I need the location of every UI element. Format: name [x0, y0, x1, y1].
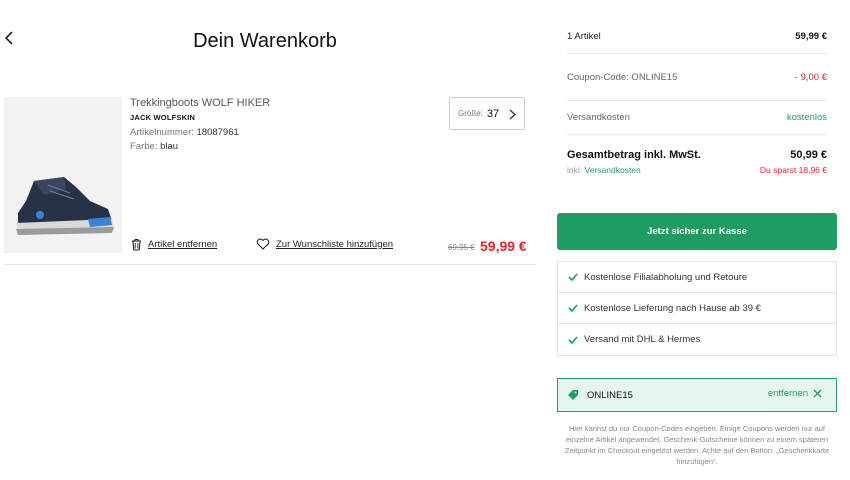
benefit-text: Kostenlose Filialabholung und Retoure — [584, 271, 748, 283]
remove-coupon-button[interactable]: entfernen — [768, 388, 822, 399]
article-number-label: Artikelnummer: — [130, 127, 194, 138]
product-name[interactable]: Trekkingboots WOLF HIKER — [130, 97, 270, 109]
benefit-item: Kostenlose Lieferung nach Hause ab 39 € — [558, 293, 836, 324]
check-icon — [568, 273, 578, 281]
trash-icon — [132, 239, 141, 251]
add-to-wishlist-label: Zur Wunschliste hinzufügen — [276, 238, 394, 250]
cart-item: Trekkingboots WOLF HIKER JACK WOLFSKIN A… — [4, 97, 536, 265]
heart-icon — [256, 238, 270, 250]
product-image[interactable] — [4, 97, 122, 253]
summary-coupon-value: - 9,00 € — [794, 71, 827, 83]
item-price: 59,99 € — [480, 238, 527, 254]
add-to-wishlist-button[interactable]: Zur Wunschliste hinzufügen — [256, 238, 393, 250]
incl-prefix: inkl. — [567, 165, 583, 175]
size-label: Größe: — [458, 109, 483, 118]
order-summary: 1 Artikel 59,99 € Coupon-Code: ONLINE15 … — [567, 20, 827, 175]
summary-total-row: Gesamtbetrag inkl. MwSt. 50,99 € — [567, 149, 827, 161]
summary-total-sub: inkl. Versandkosten Du sparst 18,96 € — [567, 165, 827, 175]
summary-items-value: 59,99 € — [795, 31, 827, 42]
product-brand: JACK WOLFSKIN — [130, 113, 196, 122]
product-meta: Artikelnummer: 18087961 Farbe: blau — [130, 126, 270, 154]
color-value: blau — [160, 141, 179, 152]
remove-item-label: Artikel entfernen — [148, 239, 218, 250]
close-icon — [813, 389, 822, 398]
summary-total-value: 50,99 € — [790, 149, 827, 161]
applied-coupon: ONLINE15 entfernen — [557, 378, 837, 412]
article-number-value: 18087961 — [196, 127, 239, 138]
benefit-text: Kostenlose Lieferung nach Hause ab 39 € — [584, 302, 761, 314]
incl-shipping-text: inkl. Versandkosten — [567, 165, 641, 175]
old-price: 69,95 € — [448, 243, 475, 252]
coupon-hint: Hier kannst du nur Coupon-Codes eingeben… — [564, 424, 830, 466]
color-row: Farbe: blau — [130, 140, 270, 154]
benefit-text: Versand mit DHL & Hermes — [584, 334, 701, 345]
summary-items-label: 1 Artikel — [567, 31, 601, 42]
summary-total-label: Gesamtbetrag inkl. MwSt. — [567, 149, 701, 161]
summary-shipping-row: Versandkosten kostenlos — [567, 101, 827, 135]
summary-shipping-label: Versandkosten — [567, 112, 630, 123]
summary-shipping-value: kostenlos — [786, 112, 827, 123]
check-icon — [568, 304, 578, 312]
benefits-list: Kostenlose Filialabholung und Retoure Ko… — [557, 261, 837, 356]
summary-coupon-row: Coupon-Code: ONLINE15 - 9,00 € — [567, 54, 827, 101]
summary-coupon-label: Coupon-Code: ONLINE15 — [567, 71, 678, 83]
chevron-right-icon — [509, 109, 516, 120]
benefit-item: Versand mit DHL & Hermes — [558, 324, 836, 355]
benefit-item: Kostenlose Filialabholung und Retoure — [558, 262, 836, 293]
size-value: 37 — [486, 107, 500, 120]
summary-items-row: 1 Artikel 59,99 € — [567, 20, 827, 54]
color-label: Farbe: — [130, 141, 158, 152]
boot-image — [4, 97, 122, 253]
shipping-costs-link[interactable]: Versandkosten — [585, 165, 641, 175]
page-title: Dein Warenkorb — [193, 30, 337, 52]
check-icon — [568, 335, 578, 344]
article-number-row: Artikelnummer: 18087961 — [130, 126, 270, 140]
checkout-button[interactable]: Jetzt sicher zur Kasse — [557, 213, 837, 250]
remove-coupon-label: entfernen — [767, 388, 808, 399]
coupon-code: ONLINE15 — [587, 389, 633, 401]
savings-text: Du sparst 18,96 € — [759, 165, 827, 175]
tag-icon — [568, 390, 578, 400]
remove-item-button[interactable]: Artikel entfernen — [131, 238, 217, 251]
size-selector[interactable]: Größe: 37 — [449, 97, 525, 130]
